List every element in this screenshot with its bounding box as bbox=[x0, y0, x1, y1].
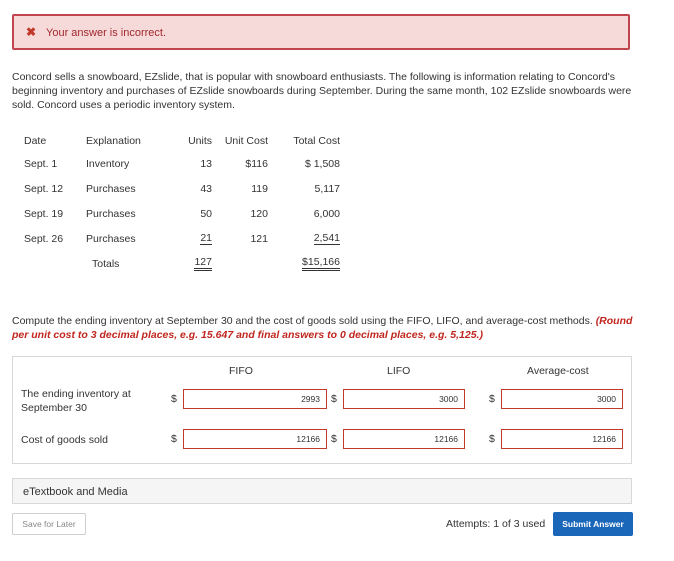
row-unit-cost: 119 bbox=[251, 182, 268, 195]
lifo-ending-inventory-input[interactable]: 3000 bbox=[343, 389, 465, 409]
inventory-table: Date Explanation Units Unit Cost Total C… bbox=[12, 131, 340, 276]
row-units: 21 bbox=[200, 232, 212, 245]
lifo-cogs-input[interactable]: 12166 bbox=[343, 429, 465, 449]
table-row: Sept. 1 Inventory 13 $116 $ 1,508 bbox=[12, 151, 340, 176]
row-date: Sept. 19 bbox=[24, 207, 64, 220]
etextbook-label[interactable]: eTextbook and Media bbox=[23, 486, 128, 498]
table-row: Sept. 19 Purchases 50 120 6,000 bbox=[12, 201, 340, 226]
column-lifo: LIFO bbox=[387, 365, 411, 377]
row-total-cost: 2,541 bbox=[313, 232, 340, 245]
row-units-cell: 21 bbox=[166, 226, 212, 251]
totals-cost-cell: $15,166 bbox=[268, 251, 340, 276]
etextbook-section[interactable]: eTextbook and Media bbox=[12, 478, 632, 504]
fifo-ending-inventory-input[interactable]: 2993 bbox=[183, 389, 327, 409]
currency-symbol: $ bbox=[489, 433, 495, 445]
answer-panel: FIFO LIFO Average-cost The ending invent… bbox=[12, 356, 632, 464]
currency-symbol: $ bbox=[331, 393, 337, 405]
average-cogs-input[interactable]: 12166 bbox=[501, 429, 623, 449]
currency-symbol: $ bbox=[489, 393, 495, 405]
row-date: Sept. 12 bbox=[24, 182, 64, 195]
currency-symbol: $ bbox=[331, 433, 337, 445]
header-total-cost: Total Cost bbox=[293, 135, 340, 147]
row-total-cost-cell: 2,541 bbox=[268, 226, 340, 251]
row-total-cost: 5,117 bbox=[314, 182, 341, 195]
header-units: Units bbox=[188, 135, 212, 147]
average-ending-inventory-input[interactable]: 3000 bbox=[501, 389, 623, 409]
table-row: Sept. 26 Purchases 21 121 2,541 bbox=[12, 226, 340, 251]
row-explanation: Purchases bbox=[86, 182, 136, 195]
cogs-label: Cost of goods sold bbox=[21, 434, 108, 446]
row-total-cost: $ 1,508 bbox=[304, 157, 340, 170]
instructions-text: Compute the ending inventory at Septembe… bbox=[12, 315, 593, 327]
totals-spacer bbox=[12, 251, 86, 276]
submit-answer-button[interactable]: Submit Answer bbox=[553, 512, 633, 536]
attempts-counter: Attempts: 1 of 3 used bbox=[446, 518, 546, 530]
table-header-row: Date Explanation Units Unit Cost Total C… bbox=[12, 131, 340, 151]
problem-text: Concord sells a snowboard, EZslide, that… bbox=[12, 71, 632, 111]
column-fifo: FIFO bbox=[229, 365, 253, 377]
column-average-cost: Average-cost bbox=[527, 365, 589, 377]
totals-spacer-2 bbox=[212, 251, 268, 276]
currency-symbol: $ bbox=[171, 433, 177, 445]
row-total-cost: 6,000 bbox=[313, 207, 340, 220]
x-icon: ✖ bbox=[26, 25, 37, 39]
row-date: Sept. 1 bbox=[24, 157, 58, 170]
currency-symbol: $ bbox=[171, 393, 177, 405]
header-unit-cost: Unit Cost bbox=[224, 135, 268, 147]
row-unit-cost: $116 bbox=[245, 157, 268, 170]
totals-label: Totals bbox=[92, 257, 120, 270]
instructions: Compute the ending inventory at Septembe… bbox=[12, 314, 636, 342]
row-date: Sept. 26 bbox=[24, 232, 64, 245]
save-for-later-button[interactable]: Save for Later bbox=[12, 513, 86, 535]
totals-row: Totals 127 $15,166 bbox=[12, 251, 340, 276]
totals-units-cell: 127 bbox=[166, 251, 212, 276]
row-units: 13 bbox=[200, 157, 212, 170]
row-units: 43 bbox=[200, 182, 212, 195]
header-explanation: Explanation bbox=[86, 135, 141, 147]
incorrect-alert: ✖ Your answer is incorrect. bbox=[12, 14, 630, 50]
header-date: Date bbox=[24, 135, 47, 147]
row-explanation: Inventory bbox=[86, 157, 130, 170]
table-row: Sept. 12 Purchases 43 119 5,117 bbox=[12, 176, 340, 201]
totals-units: 127 bbox=[194, 256, 212, 271]
row-unit-cost: 120 bbox=[250, 207, 268, 220]
fifo-cogs-input[interactable]: 12166 bbox=[183, 429, 327, 449]
row-explanation: Purchases bbox=[86, 232, 136, 245]
totals-total-cost: $15,166 bbox=[302, 256, 340, 271]
alert-message: Your answer is incorrect. bbox=[46, 27, 167, 39]
ending-inventory-label: The ending inventory at September 30 bbox=[21, 388, 131, 414]
row-unit-cost: 121 bbox=[250, 232, 268, 245]
row-units: 50 bbox=[200, 207, 212, 220]
row-explanation: Purchases bbox=[86, 207, 136, 220]
question-page: ✖ Your answer is incorrect. Concord sell… bbox=[0, 0, 674, 561]
